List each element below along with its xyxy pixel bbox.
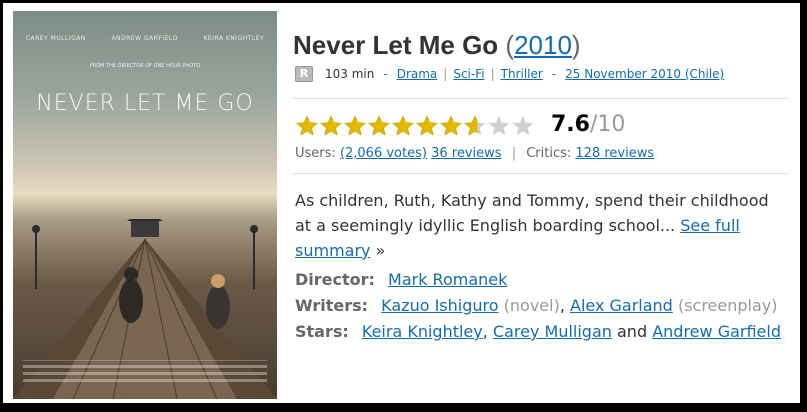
plot-suffix: »: [370, 241, 386, 260]
director-link[interactable]: Mark Romanek: [388, 270, 507, 289]
info-bar: R 103 min - Drama | Sci-Fi | Thriller - …: [295, 66, 724, 82]
divider: [293, 173, 789, 174]
star-icon[interactable]: [343, 114, 367, 138]
movie-card: CAREY MULLIGAN ANDREW GARFIELD KEIRA KNI…: [3, 3, 800, 403]
star-icon[interactable]: [295, 114, 319, 138]
genre-separator: |: [443, 67, 448, 81]
star-icon[interactable]: [511, 114, 535, 138]
star-icon[interactable]: [487, 114, 511, 138]
poster-billing-name: CAREY MULLIGAN: [25, 35, 86, 42]
critic-reviews-link[interactable]: 128 reviews: [575, 146, 654, 161]
star-link[interactable]: Keira Knightley: [362, 322, 483, 341]
movie-title: Never Let Me Go: [293, 30, 499, 60]
poster-tagline: FROM THE DIRECTOR OF ONE HOUR PHOTO: [89, 63, 201, 69]
rating-value: 7.6: [551, 112, 590, 137]
user-reviews-link[interactable]: 36 reviews: [431, 146, 501, 161]
star-icon[interactable]: [415, 114, 439, 138]
critics-label: Critics:: [526, 146, 572, 161]
genre-link-thriller[interactable]: Thriller: [501, 67, 543, 81]
rating-score: 7.6/10: [551, 112, 625, 137]
director-row: Director: Mark Romanek: [295, 270, 507, 289]
separator-dash: -: [551, 67, 557, 81]
certificate-badge: R: [295, 66, 313, 82]
star-rating-widget[interactable]: [295, 114, 535, 138]
star-icon[interactable]: [319, 114, 343, 138]
genre-link-drama[interactable]: Drama: [397, 67, 438, 81]
plot-summary: As children, Ruth, Kathy and Tommy, spen…: [295, 188, 785, 263]
writer-link[interactable]: Alex Garland: [570, 296, 673, 315]
movie-title-line: Never Let Me Go (2010): [293, 30, 581, 61]
star-icon[interactable]: [367, 114, 391, 138]
stars-label: Stars:: [295, 322, 349, 341]
votes-link[interactable]: (2,066 votes): [340, 146, 427, 161]
poster-billing: CAREY MULLIGAN ANDREW GARFIELD KEIRA KNI…: [13, 35, 277, 42]
star-icon[interactable]: [439, 114, 463, 138]
year-link[interactable]: 2010: [514, 30, 572, 60]
stars-row: Stars: Keira Knightley, Carey Mulligan a…: [295, 322, 781, 341]
poster-billing-name: KEIRA KNIGHTLEY: [203, 35, 265, 42]
genre-link-scifi[interactable]: Sci-Fi: [453, 67, 484, 81]
and-text: and: [617, 322, 648, 341]
poster-credit-block: [23, 360, 267, 391]
separator-dash: -: [383, 67, 388, 81]
writer-link[interactable]: Kazuo Ishiguro: [381, 296, 498, 315]
writer-role: (novel): [503, 296, 560, 315]
comma: ,: [482, 322, 488, 341]
star-icon[interactable]: [391, 114, 415, 138]
movie-poster[interactable]: CAREY MULLIGAN ANDREW GARFIELD KEIRA KNI…: [13, 11, 277, 399]
year-paren-open: (: [505, 30, 515, 60]
release-date-link[interactable]: 25 November 2010 (Chile): [565, 67, 724, 81]
genre-separator: |: [490, 67, 495, 81]
director-label: Director:: [295, 270, 375, 289]
star-link[interactable]: Andrew Garfield: [652, 322, 781, 341]
divider: [293, 98, 789, 99]
writers-row: Writers: Kazuo Ishiguro (novel), Alex Ga…: [295, 296, 777, 315]
comma: ,: [559, 296, 565, 315]
writers-label: Writers:: [295, 296, 369, 315]
writer-role: (screenplay): [677, 296, 778, 315]
vote-summary: Users: (2,066 votes) 36 reviews | Critic…: [295, 146, 654, 161]
poster-billing-name: ANDREW GARFIELD: [111, 35, 178, 42]
users-label: Users:: [295, 146, 336, 161]
votes-separator: |: [511, 146, 517, 161]
star-link[interactable]: Carey Mulligan: [493, 322, 612, 341]
runtime: 103 min: [325, 67, 375, 81]
year-paren-close: ): [571, 30, 581, 60]
star-icon[interactable]: [463, 114, 487, 138]
rating-denominator: /10: [589, 112, 626, 137]
poster-title: NEVER LET ME GO: [36, 91, 254, 116]
